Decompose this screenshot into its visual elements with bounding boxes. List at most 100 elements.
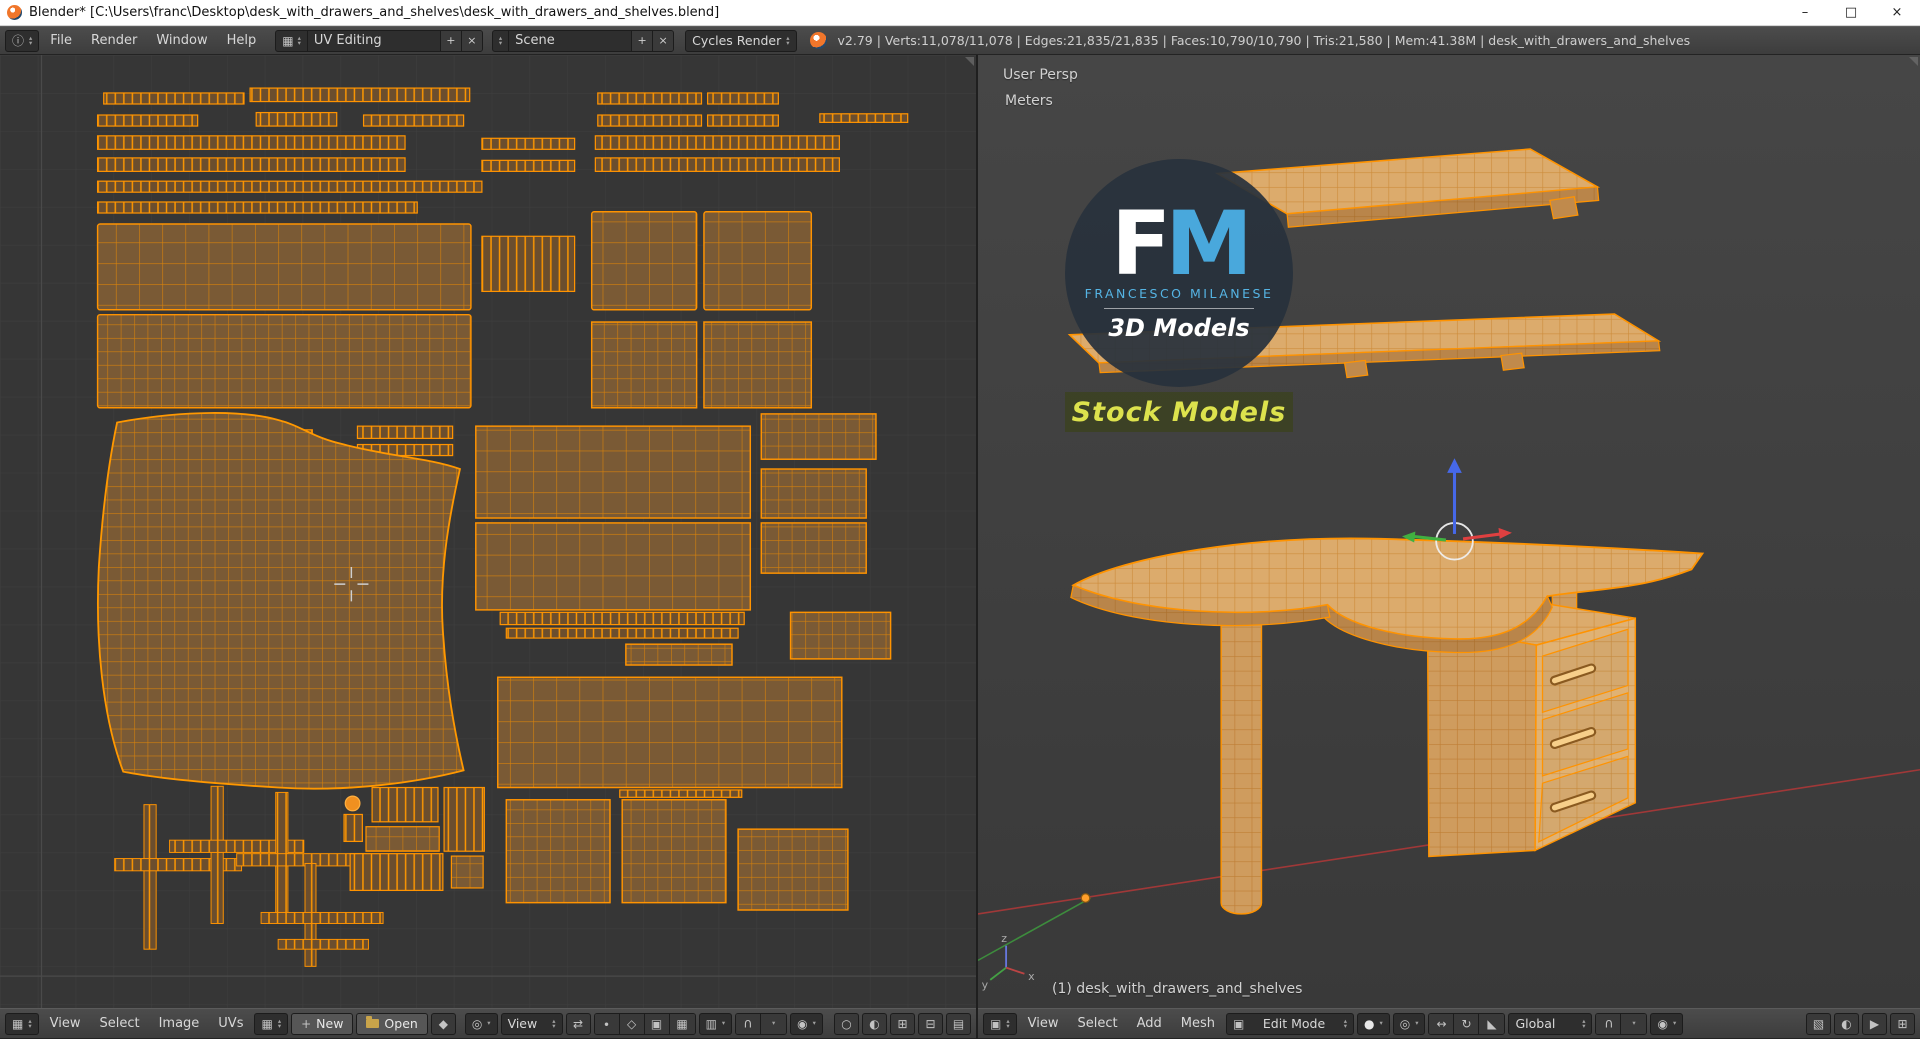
mode-selector[interactable]: ▣ Edit Mode ▴ ▾ bbox=[1225, 1012, 1354, 1035]
uv-select-face-button[interactable]: ▣ bbox=[644, 1013, 670, 1034]
menu-render[interactable]: Render bbox=[83, 30, 145, 51]
uv-menu-uvs[interactable]: UVs bbox=[210, 1013, 251, 1034]
uv-select-vertex-button[interactable]: ∙ bbox=[594, 1013, 620, 1034]
manipulator-rotate-toggle[interactable]: ↻ bbox=[1454, 1013, 1480, 1034]
panel-corner-grip[interactable] bbox=[965, 57, 974, 66]
uv-image-editor: ▦ ▴ ▾ View Select Image UVs ▦ ▴ ▾ + New Op… bbox=[0, 55, 976, 1039]
shading-sphere-icon: ● bbox=[1363, 1016, 1375, 1031]
image-browse-button[interactable]: ▦ ▴ ▾ bbox=[254, 1012, 289, 1035]
scene-delete-button[interactable]: × bbox=[653, 30, 674, 51]
manipulator-translate-toggle[interactable]: ↔ bbox=[1429, 1013, 1455, 1034]
layout-name-field[interactable]: UV Editing bbox=[308, 30, 441, 51]
minimize-button[interactable]: – bbox=[1782, 0, 1828, 25]
tile-grid-button[interactable]: ⊞ bbox=[890, 1012, 915, 1035]
uv-select-edge-button[interactable]: ◇ bbox=[619, 1013, 645, 1034]
layout-delete-button[interactable]: × bbox=[461, 30, 482, 51]
wire-display-button[interactable]: ▤ bbox=[946, 1012, 971, 1035]
pivot-center-selector[interactable]: ◎ ▾ bbox=[464, 1012, 498, 1035]
origin-point bbox=[1080, 893, 1091, 903]
blender-logo-icon bbox=[7, 5, 22, 20]
new-image-button[interactable]: + New bbox=[291, 1012, 354, 1035]
engine-name: Cycles Render bbox=[692, 33, 782, 48]
pin-icon: ◆ bbox=[438, 1016, 448, 1031]
magnet-icon: ∪ bbox=[1603, 1016, 1614, 1031]
plus-icon: + bbox=[301, 1016, 312, 1031]
chevron-updown-icon: ▴ ▾ bbox=[786, 33, 790, 47]
fm-initials: FM bbox=[1111, 191, 1253, 295]
chevron-down-icon: ▾ bbox=[1632, 1019, 1636, 1027]
editor-type-selector[interactable]: ▣ ▴ ▾ bbox=[983, 1012, 1017, 1035]
title-bar: Blender* [C:\Users\franc\Desktop\desk_wi… bbox=[0, 0, 1920, 26]
layout-add-button[interactable]: + bbox=[440, 30, 462, 51]
uv-menu-select[interactable]: Select bbox=[91, 1013, 147, 1034]
display-shading-button[interactable]: ○ bbox=[834, 1012, 859, 1035]
proportional-edit-selector[interactable]: ◉ ▾ bbox=[1650, 1012, 1684, 1035]
uv-selection-mode-buttons: ∙ ◇ ▣ ▦ bbox=[593, 1012, 696, 1035]
render-engine-selector[interactable]: Cycles Render ▴ ▾ bbox=[685, 29, 797, 52]
limit-selection-visible-toggle[interactable]: ▧ bbox=[1806, 1012, 1831, 1035]
chevron-updown-icon: ▴ ▾ bbox=[28, 1016, 32, 1030]
open-image-button[interactable]: Open bbox=[356, 1012, 428, 1035]
opengl-render-still-button[interactable]: ◐ bbox=[1834, 1012, 1859, 1035]
tile-icon: ⊞ bbox=[897, 1016, 908, 1031]
scene-statistics: v2.79 | Verts:11,078/11,078 | Edges:21,8… bbox=[837, 33, 1691, 48]
snap-toggle-button[interactable]: ∪ bbox=[736, 1013, 762, 1034]
edge-icon: ◇ bbox=[626, 1016, 637, 1031]
snap-toggle-button[interactable]: ∪ bbox=[1596, 1013, 1622, 1034]
render-anim-icon: ▶ bbox=[1869, 1016, 1880, 1031]
viewport-shading-selector[interactable]: ● ▾ bbox=[1356, 1012, 1390, 1035]
opengl-render-anim-button[interactable]: ▶ bbox=[1862, 1012, 1887, 1035]
sync-icon: ⇄ bbox=[573, 1016, 584, 1031]
scene-browse-button[interactable]: ▴ ▾ bbox=[493, 30, 510, 51]
menu-window[interactable]: Window bbox=[148, 30, 215, 51]
transform-orientation-selector[interactable]: Global ▴ ▾ bbox=[1508, 1012, 1593, 1035]
v3d-menu-mesh[interactable]: Mesh bbox=[1173, 1013, 1223, 1034]
close-button[interactable]: × bbox=[1874, 0, 1920, 25]
proportional-edit-selector[interactable]: ◉ ▾ bbox=[790, 1012, 823, 1035]
display-channel-selector[interactable]: View ▴ ▾ bbox=[500, 1012, 563, 1035]
chevron-updown-icon: ▴ ▾ bbox=[277, 1016, 282, 1030]
proportional-icon: ◉ bbox=[797, 1016, 808, 1031]
scene-add-button[interactable]: + bbox=[632, 30, 654, 51]
editor-type-selector[interactable]: ⓘ ▴ ▾ bbox=[5, 29, 40, 52]
chevron-updown-icon: ▴ ▾ bbox=[1343, 1016, 1347, 1030]
menu-help[interactable]: Help bbox=[219, 30, 265, 51]
v3d-menu-add[interactable]: Add bbox=[1129, 1013, 1170, 1034]
uv-canvas[interactable] bbox=[0, 55, 976, 1008]
uv-island-desktop[interactable] bbox=[97, 412, 465, 790]
sticky-selection-selector[interactable]: ▥ ▾ bbox=[698, 1012, 733, 1035]
uv-menu-image[interactable]: Image bbox=[151, 1013, 208, 1034]
snap-element-selector[interactable]: ▾ bbox=[1621, 1013, 1647, 1034]
pin-image-button[interactable]: ◆ bbox=[430, 1012, 456, 1035]
main-area: ▦ ▴ ▾ View Select Image UVs ▦ ▴ ▾ + New Op… bbox=[0, 55, 1920, 1039]
maximize-button[interactable]: □ bbox=[1828, 0, 1874, 25]
editor-type-selector[interactable]: ▦ ▴ ▾ bbox=[5, 1012, 39, 1035]
uv-sync-selection-toggle[interactable]: ⇄ bbox=[565, 1012, 591, 1035]
clip-display-button[interactable]: ⊟ bbox=[918, 1012, 943, 1035]
uv-editor-header: ▦ ▴ ▾ View Select Image UVs ▦ ▴ ▾ + New Op… bbox=[0, 1008, 976, 1039]
unit-label: Meters bbox=[1005, 93, 1053, 109]
chevron-updown-icon: ▴ ▾ bbox=[552, 1016, 556, 1030]
scene-name-field[interactable]: Scene bbox=[509, 30, 633, 51]
uv-canvas-area[interactable] bbox=[0, 55, 976, 1008]
fm-subtitle: 3D Models bbox=[1108, 313, 1250, 342]
v3d-menu-select[interactable]: Select bbox=[1069, 1013, 1125, 1034]
uv-select-island-button[interactable]: ▦ bbox=[669, 1013, 695, 1034]
tile-grid-button[interactable]: ⊞ bbox=[1890, 1012, 1915, 1035]
uv-menu-view[interactable]: View bbox=[42, 1013, 89, 1034]
pivot-point-selector[interactable]: ◎ ▾ bbox=[1392, 1012, 1426, 1035]
mesh-desk-leg[interactable] bbox=[1220, 606, 1263, 915]
v3d-menu-view[interactable]: View bbox=[1020, 1013, 1067, 1034]
info-header: ⓘ ▴ ▾ File Render Window Help ▦ ▴ ▾ UV Edi… bbox=[0, 26, 1920, 55]
image-editor-icon: ▦ bbox=[12, 1016, 24, 1031]
manipulator-scale-toggle[interactable]: ◣ bbox=[1479, 1013, 1505, 1034]
panel-corner-grip[interactable] bbox=[1909, 57, 1918, 66]
viewport-canvas-area[interactable]: z y x User Persp Meters (1) desk_with_dr… bbox=[978, 55, 1920, 1008]
layout-browse-button[interactable]: ▦ ▴ ▾ bbox=[276, 30, 308, 51]
menu-file[interactable]: File bbox=[42, 30, 80, 51]
display-alpha-button[interactable]: ◐ bbox=[862, 1012, 887, 1035]
blender-logo bbox=[809, 32, 827, 49]
snap-element-selector[interactable]: ▾ bbox=[761, 1013, 787, 1034]
viewport-3d-icon: ▣ bbox=[990, 1016, 1002, 1031]
translate-icon: ↔ bbox=[1436, 1016, 1447, 1031]
